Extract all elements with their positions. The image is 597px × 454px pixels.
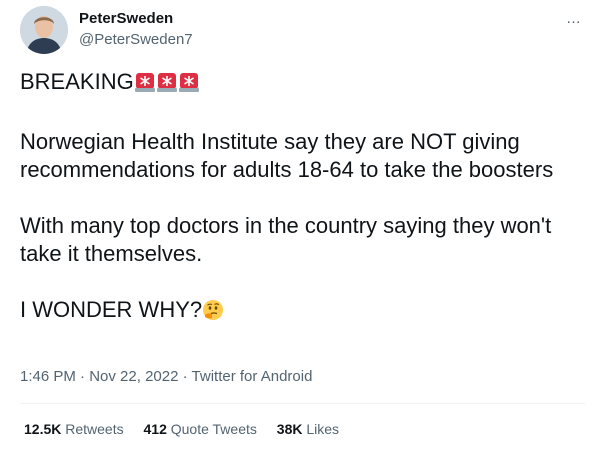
- meta-separator: ·: [182, 368, 188, 385]
- tweet-paragraph-4: I WONDER WHY?: [20, 296, 585, 328]
- thinking-face-icon: [202, 299, 224, 328]
- tweet-paragraph-2: Norwegian Health Institute say they are …: [20, 129, 554, 182]
- likes-stat[interactable]: 38K Likes: [277, 421, 339, 437]
- engagement-stats: 12.5K Retweets 412 Quote Tweets 38K Like…: [24, 421, 355, 437]
- likes-label: Likes: [306, 421, 340, 437]
- more-options-icon[interactable]: …: [566, 10, 582, 27]
- tweet-time[interactable]: 1:46 PM: [20, 368, 76, 385]
- retweets-label: Retweets: [65, 421, 124, 437]
- retweets-count: 12.5K: [24, 421, 62, 437]
- siren-emoji-group: [134, 69, 200, 94]
- police-light-icon: [178, 71, 200, 100]
- police-light-icon: [156, 71, 178, 100]
- likes-count: 38K: [276, 421, 303, 437]
- tweet-metadata: 1:46 PM · Nov 22, 2022 · Twitter for And…: [20, 368, 312, 385]
- avatar-image: [20, 6, 68, 54]
- tweet-paragraph-3: With many top doctors in the country say…: [20, 213, 552, 266]
- user-handle[interactable]: @PeterSweden7: [79, 31, 193, 48]
- tweet-line-breaking: BREAKING: [20, 68, 585, 100]
- breaking-text: BREAKING: [20, 69, 134, 94]
- display-name[interactable]: PeterSweden: [79, 10, 173, 27]
- tweet-source[interactable]: Twitter for Android: [192, 368, 313, 385]
- quote-tweets-count: 412: [143, 421, 167, 437]
- meta-separator: ·: [80, 368, 86, 385]
- wonder-text: I WONDER WHY?: [20, 297, 203, 322]
- quote-tweets-label: Quote Tweets: [170, 421, 257, 437]
- police-light-icon: [134, 71, 156, 100]
- retweets-stat[interactable]: 12.5K Retweets: [24, 421, 124, 437]
- tweet-text: BREAKING Norwegian Health Institute say …: [20, 68, 585, 328]
- quote-tweets-stat[interactable]: 412 Quote Tweets: [144, 421, 257, 437]
- tweet-date[interactable]: Nov 22, 2022: [89, 368, 178, 385]
- divider: [20, 403, 585, 404]
- avatar[interactable]: [20, 6, 68, 54]
